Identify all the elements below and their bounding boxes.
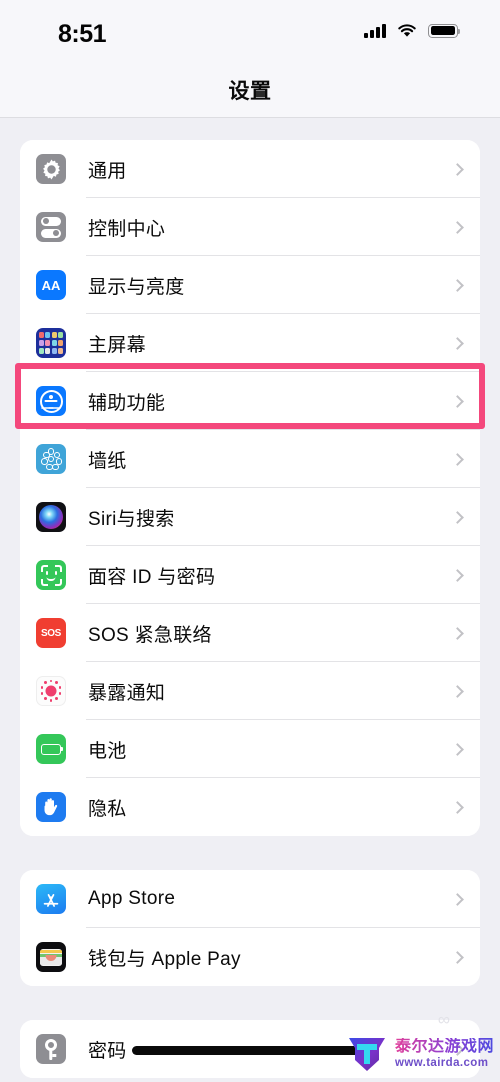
accessibility-icon xyxy=(36,386,66,416)
gear-icon xyxy=(36,154,66,184)
settings-row-accessibility[interactable]: 辅助功能 xyxy=(20,372,480,430)
chevron-right-icon xyxy=(451,684,464,698)
app-store-icon xyxy=(36,884,66,914)
settings-row-label: 隐私 xyxy=(88,798,127,820)
settings-row-siri[interactable]: Siri与搜索 xyxy=(20,488,480,546)
settings-group-store: App Store 钱包与 Apple Pay xyxy=(20,870,480,986)
settings-row-label: 通用 xyxy=(88,160,127,182)
chevron-right-icon xyxy=(451,800,464,814)
exposure-notification-icon xyxy=(36,676,66,706)
chevron-right-icon xyxy=(451,336,464,350)
settings-row-display[interactable]: AA 显示与亮度 xyxy=(20,256,480,314)
hand-privacy-icon xyxy=(36,792,66,822)
page-title: 设置 xyxy=(228,79,272,103)
chevron-right-icon xyxy=(451,510,464,524)
settings-row-label: SOS 紧急联络 xyxy=(88,624,212,646)
chevron-right-icon xyxy=(451,452,464,466)
settings-row-wallet[interactable]: 钱包与 Apple Pay xyxy=(20,928,480,986)
app-grid-icon xyxy=(36,328,66,358)
sos-icon: SOS xyxy=(36,618,66,648)
settings-row-privacy[interactable]: 隐私 xyxy=(20,778,480,836)
tairda-logo-icon xyxy=(348,1038,385,1071)
chevron-right-icon xyxy=(451,626,464,640)
settings-row-label: 电池 xyxy=(88,740,127,762)
settings-row-label: 显示与亮度 xyxy=(88,276,185,298)
settings-row-label: 面容 ID 与密码 xyxy=(88,566,216,588)
chevron-right-icon xyxy=(451,394,464,408)
navigation-bar: 设置 xyxy=(0,62,500,118)
chevron-right-icon xyxy=(451,278,464,292)
settings-row-sos[interactable]: SOS SOS 紧急联络 xyxy=(20,604,480,662)
watermark-ghost-mark: ∞ xyxy=(437,1010,452,1029)
chevron-right-icon xyxy=(451,220,464,234)
wifi-icon xyxy=(397,23,417,38)
settings-row-label: 密码 xyxy=(88,1040,127,1062)
settings-row-faceid[interactable]: 面容 ID 与密码 xyxy=(20,546,480,604)
status-bar-clock: 8:51 xyxy=(58,20,107,48)
settings-row-home-screen[interactable]: 主屏幕 xyxy=(20,314,480,372)
settings-row-label: App Store xyxy=(88,888,176,909)
flower-icon xyxy=(36,444,66,474)
settings-row-battery[interactable]: 电池 xyxy=(20,720,480,778)
cellular-bars-icon xyxy=(364,23,386,38)
status-bar-indicators xyxy=(364,23,461,38)
siri-orb-icon xyxy=(36,502,66,532)
battery-full-icon xyxy=(428,23,461,38)
settings-group-system: 通用 控制中心 AA 显示与亮度 主屏幕 辅助功能 墙纸 Siri与搜索 面容 … xyxy=(20,140,480,836)
chevron-right-icon xyxy=(451,950,464,964)
chevron-right-icon xyxy=(451,892,464,906)
chevron-right-icon xyxy=(451,742,464,756)
settings-row-exposure[interactable]: 暴露通知 xyxy=(20,662,480,720)
watermark-url: www.tairda.com xyxy=(394,1056,489,1069)
settings-row-wallpaper[interactable]: 墙纸 xyxy=(20,430,480,488)
watermark-site-name: 泰尔达游戏网 xyxy=(394,1038,494,1056)
settings-row-label: 辅助功能 xyxy=(88,392,166,414)
settings-row-label: 主屏幕 xyxy=(88,334,146,356)
toggles-icon xyxy=(36,212,66,242)
face-id-icon xyxy=(36,560,66,590)
sos-glyph: SOS xyxy=(41,627,61,639)
chevron-right-icon xyxy=(451,162,464,176)
key-icon xyxy=(36,1034,66,1064)
settings-row-label: 控制中心 xyxy=(88,218,166,240)
settings-row-label: Siri与搜索 xyxy=(88,508,175,530)
text-size-aa-icon: AA xyxy=(36,270,66,300)
wallet-icon xyxy=(36,942,66,972)
settings-scroll-view[interactable]: 通用 控制中心 AA 显示与亮度 主屏幕 辅助功能 墙纸 Siri与搜索 面容 … xyxy=(0,118,500,1078)
settings-row-app-store[interactable]: App Store xyxy=(20,870,480,928)
battery-icon xyxy=(36,734,66,764)
home-indicator-bar[interactable] xyxy=(132,1046,368,1055)
settings-row-general[interactable]: 通用 xyxy=(20,140,480,198)
settings-row-label: 钱包与 Apple Pay xyxy=(88,948,241,970)
settings-row-label: 暴露通知 xyxy=(88,682,166,704)
aa-glyph: AA xyxy=(41,277,61,293)
watermark: 泰尔达游戏网 www.tairda.com xyxy=(345,1034,494,1074)
settings-row-control-center[interactable]: 控制中心 xyxy=(20,198,480,256)
status-bar: 8:51 xyxy=(0,0,500,62)
chevron-right-icon xyxy=(451,568,464,582)
settings-row-label: 墙纸 xyxy=(88,450,127,472)
